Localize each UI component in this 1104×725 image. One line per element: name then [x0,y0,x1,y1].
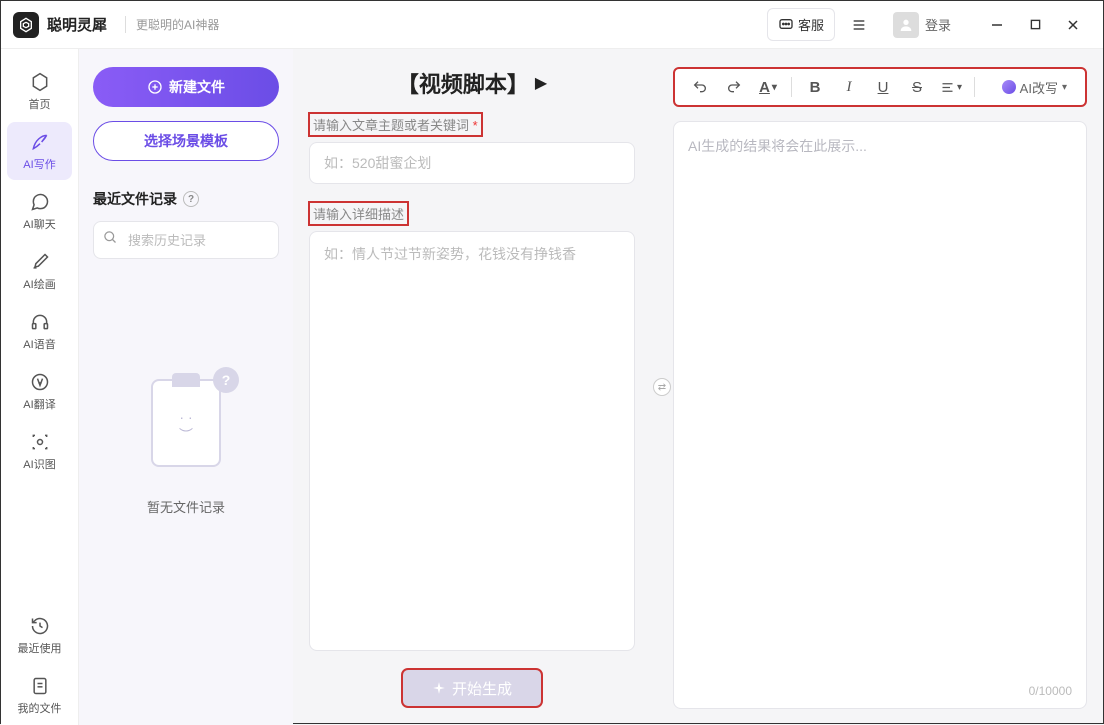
empty-state: · ·︶ ? 暂无文件记录 [93,379,279,516]
avatar-icon [893,12,919,38]
history-icon [29,615,51,637]
menu-button[interactable] [843,9,875,41]
align-icon [940,80,955,95]
translate-icon [29,371,51,393]
sidebar-item-myfiles[interactable]: 我的文件 [7,666,72,724]
new-file-button[interactable]: 新建文件 [93,67,279,107]
topic-label: 请输入文章主题或者关键词 * [309,113,482,136]
sidebar-label: 我的文件 [18,700,62,716]
minimize-icon [991,19,1003,31]
chat-icon [778,17,794,33]
sidebar-item-home[interactable]: 首页 [7,62,72,120]
ai-icon [1002,80,1016,94]
sidebar-item-recent[interactable]: 最近使用 [7,606,72,664]
sidebar-item-writing[interactable]: AI写作 [7,122,72,180]
topic-input[interactable] [309,142,635,184]
search-input[interactable] [93,221,279,259]
customer-service-label: 客服 [798,15,824,34]
logo: 聪明灵犀 更聪明的AI神器 [13,12,219,38]
detail-label: 请输入详细描述 [309,202,408,225]
sidebar-label: AI识图 [23,456,55,472]
generate-label: 开始生成 [452,678,512,699]
sidebar-label: AI写作 [23,156,55,172]
strikethrough-button[interactable]: S [902,73,932,101]
customer-service-button[interactable]: 客服 [767,8,835,41]
title-arrow-icon[interactable]: ▶ [535,73,547,93]
headphone-icon [29,311,51,333]
sidebar-item-voice[interactable]: AI语音 [7,302,72,360]
sparkle-icon [432,681,446,695]
sidebar-label: 最近使用 [18,640,62,656]
chat-bubble-icon [29,191,51,213]
logo-icon [13,12,39,38]
redo-icon [726,79,742,95]
required-mark: * [473,118,478,133]
sidebar-item-draw[interactable]: AI绘画 [7,242,72,300]
detail-textarea[interactable] [309,231,635,651]
empty-clipboard-icon: · ·︶ ? [141,379,231,479]
center-panel: 【视频脚本】 ▶ 请输入文章主题或者关键词 * 请输入详细描述 开始生成 [293,49,651,725]
menu-icon [851,17,867,33]
ai-rewrite-button[interactable]: AI改写 ▾ [994,74,1075,101]
italic-button[interactable]: I [834,73,864,101]
page-title: 【视频脚本】 [397,67,529,99]
file-panel: 新建文件 选择场景模板 最近文件记录 ? · ·︶ ? 暂无文件记录 [79,49,293,725]
resize-handle[interactable]: ⇄ [651,49,673,725]
sidebar-label: AI聊天 [23,216,55,232]
minimize-button[interactable] [979,9,1015,41]
app-tagline: 更聪明的AI神器 [125,16,219,33]
recent-files-label: 最近文件记录 [93,189,177,209]
file-icon [29,675,51,697]
sidebar-item-chat[interactable]: AI聊天 [7,182,72,240]
align-button[interactable]: ▾ [936,73,966,101]
ai-rewrite-label: AI改写 [1020,78,1058,97]
redo-button[interactable] [719,73,749,101]
text-color-icon: A [759,79,770,96]
close-button[interactable] [1055,9,1091,41]
sidebar: 首页 AI写作 AI聊天 AI绘画 AI语音 AI翻译 AI识图 最 [1,49,79,725]
select-template-button[interactable]: 选择场景模板 [93,121,279,161]
maximize-icon [1030,19,1041,30]
editor-toolbar: A▾ B I U S ▾ AI改写 ▾ [673,67,1087,107]
recent-files-header: 最近文件记录 ? [93,189,279,209]
right-panel: A▾ B I U S ▾ AI改写 ▾ AI生成的结果将会在此展示... 0/1… [673,49,1103,725]
output-area[interactable]: AI生成的结果将会在此展示... 0/10000 [673,121,1087,709]
empty-text: 暂无文件记录 [93,497,279,516]
login-button[interactable]: 登录 [883,8,961,42]
feather-icon [29,131,51,153]
sidebar-label: 首页 [29,96,51,112]
undo-button[interactable] [685,73,715,101]
search-icon [103,230,118,250]
undo-icon [692,79,708,95]
plus-circle-icon [147,79,163,95]
brush-icon [29,251,51,273]
generate-button[interactable]: 开始生成 [402,669,542,707]
image-icon [29,431,51,453]
home-icon [29,71,51,93]
new-file-label: 新建文件 [169,77,225,97]
output-placeholder: AI生成的结果将会在此展示... [688,136,1072,156]
sidebar-item-vision[interactable]: AI识图 [7,422,72,480]
sidebar-item-translate[interactable]: AI翻译 [7,362,72,420]
sidebar-label: AI语音 [23,336,55,352]
text-color-button[interactable]: A▾ [753,73,783,101]
close-icon [1067,19,1079,31]
help-icon[interactable]: ? [183,191,199,207]
titlebar: 聪明灵犀 更聪明的AI神器 客服 登录 [1,1,1103,49]
char-count: 0/10000 [1029,684,1072,698]
sidebar-label: AI绘画 [23,276,55,292]
handle-icon: ⇄ [653,378,671,396]
sidebar-label: AI翻译 [23,396,55,412]
underline-button[interactable]: U [868,73,898,101]
login-label: 登录 [925,15,951,34]
maximize-button[interactable] [1017,9,1053,41]
bold-button[interactable]: B [800,73,830,101]
app-name: 聪明灵犀 [47,14,107,35]
